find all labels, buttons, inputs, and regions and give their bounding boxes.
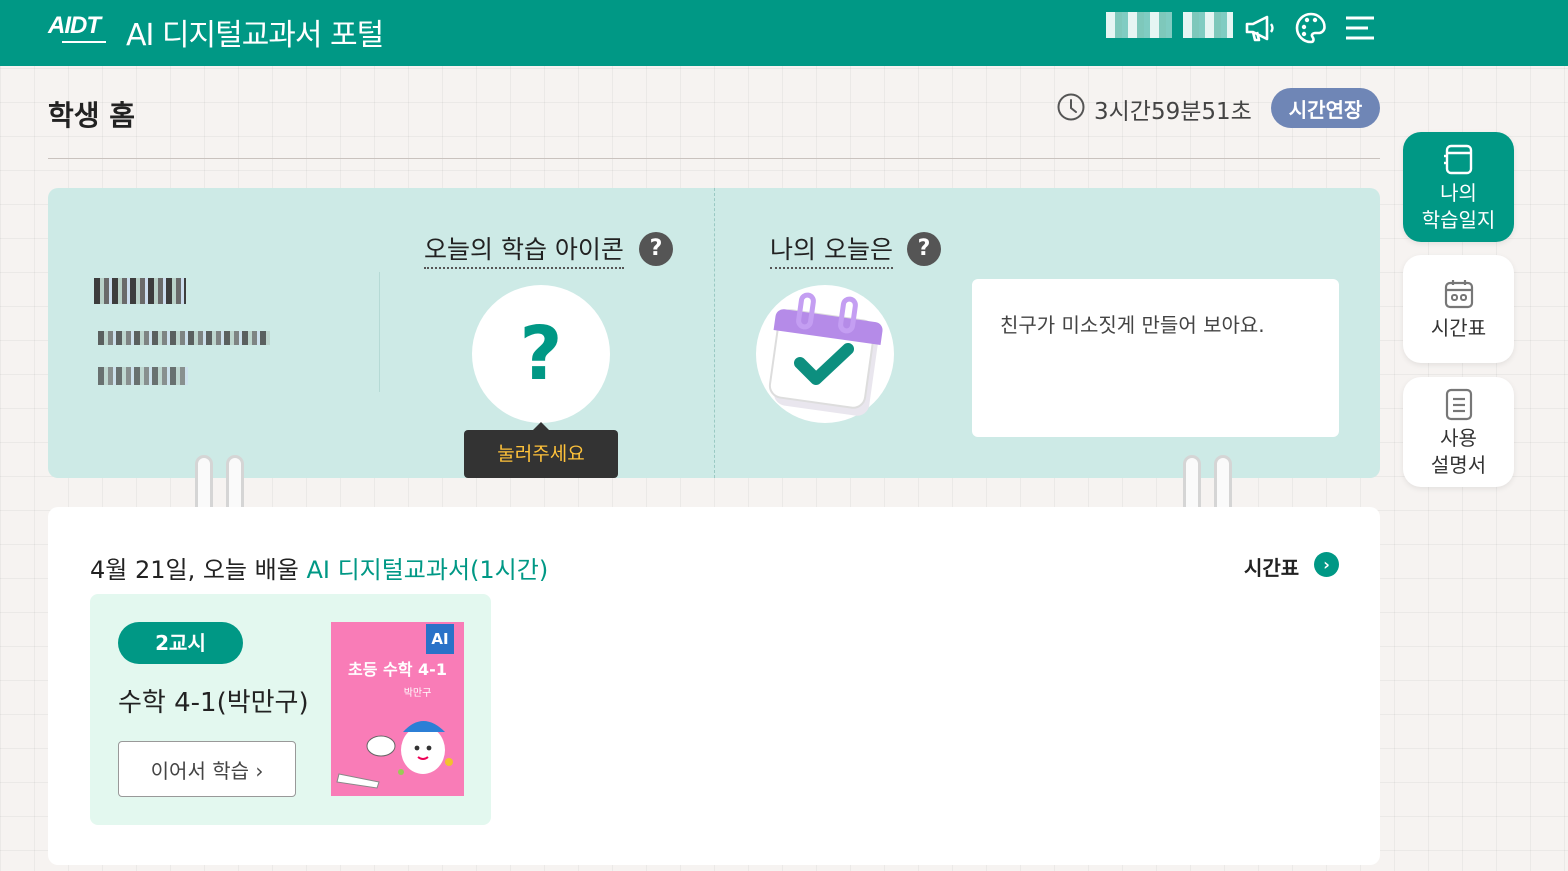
learning-icon-heading: 오늘의 학습 아이콘 [424, 230, 624, 269]
heading-divider [48, 158, 1380, 159]
menu-icon[interactable] [1342, 10, 1378, 46]
palette-icon[interactable] [1293, 10, 1329, 46]
mood-calendar-button[interactable] [756, 285, 894, 423]
help-icon[interactable]: ? [907, 232, 941, 266]
sidebar-item-learning-journal[interactable]: 나의 학습일지 [1403, 132, 1514, 242]
extend-time-button[interactable]: 시간연장 [1271, 88, 1380, 128]
lesson-subject: 수학 4-1(박만구) [118, 688, 309, 718]
sidebar-label: 사용 [1440, 426, 1477, 450]
student-class-blurred [98, 367, 188, 385]
mascot-illustration [336, 721, 453, 789]
clock-icon [1057, 93, 1085, 121]
logo-underline [62, 41, 106, 43]
sidebar-item-timetable[interactable]: 시간표 [1403, 255, 1514, 363]
portal-title[interactable]: AI 디지털교과서 포털 [126, 10, 384, 54]
document-icon [1445, 388, 1472, 421]
user-name-blurred [1106, 12, 1172, 38]
chevron-right-icon: › [255, 758, 264, 783]
user-school-blurred [1183, 12, 1233, 38]
sidebar-label: 설명서 [1430, 453, 1487, 477]
today-message-box: 친구가 미소짓게 만들어 보아요. [972, 279, 1339, 437]
sidebar-label: 나의 [1440, 181, 1477, 205]
sidebar-label: 시간표 [1430, 316, 1487, 340]
continue-label: 이어서 학습 [150, 758, 249, 783]
schedule-highlight: AI 디지털교과서(1시간) [306, 556, 549, 584]
textbook-cover[interactable]: AI 초등 수학 4-1 박만구 [331, 622, 464, 796]
top-bar: AIDT AI 디지털교과서 포털 [0, 0, 1568, 66]
press-tooltip: 눌러주세요 [464, 430, 618, 478]
calendar-check-icon [768, 292, 883, 416]
timetable-link[interactable]: 시간표 [1244, 552, 1299, 581]
session-timer: 3시간59분51초 [1094, 99, 1252, 125]
period-badge: 2교시 [118, 622, 243, 664]
sidebar-item-manual[interactable]: 사용 설명서 [1403, 377, 1514, 487]
student-name-blurred [94, 278, 186, 304]
help-icon[interactable]: ? [639, 232, 673, 266]
journal-icon [1443, 144, 1472, 175]
learning-icon-button[interactable]: ? [472, 285, 610, 423]
today-schedule-title: 4월 21일, 오늘 배울 AI 디지털교과서(1시간) [90, 550, 548, 585]
section-divider [714, 188, 715, 478]
aidt-logo[interactable]: AIDT [48, 12, 101, 40]
chevron-right-icon[interactable]: › [1314, 552, 1339, 577]
calendar-icon [1444, 280, 1473, 309]
page-title: 학생 홈 [48, 99, 136, 132]
tooltip-arrow [533, 422, 549, 430]
student-school-blurred [98, 331, 270, 345]
profile-divider [379, 272, 380, 392]
continue-learning-button[interactable]: 이어서 학습 › [118, 741, 296, 797]
schedule-date: 4월 21일, 오늘 배울 [90, 556, 307, 584]
sidebar-label: 학습일지 [1421, 208, 1496, 232]
my-today-heading: 나의 오늘은 [770, 230, 893, 269]
megaphone-icon[interactable] [1242, 10, 1278, 46]
